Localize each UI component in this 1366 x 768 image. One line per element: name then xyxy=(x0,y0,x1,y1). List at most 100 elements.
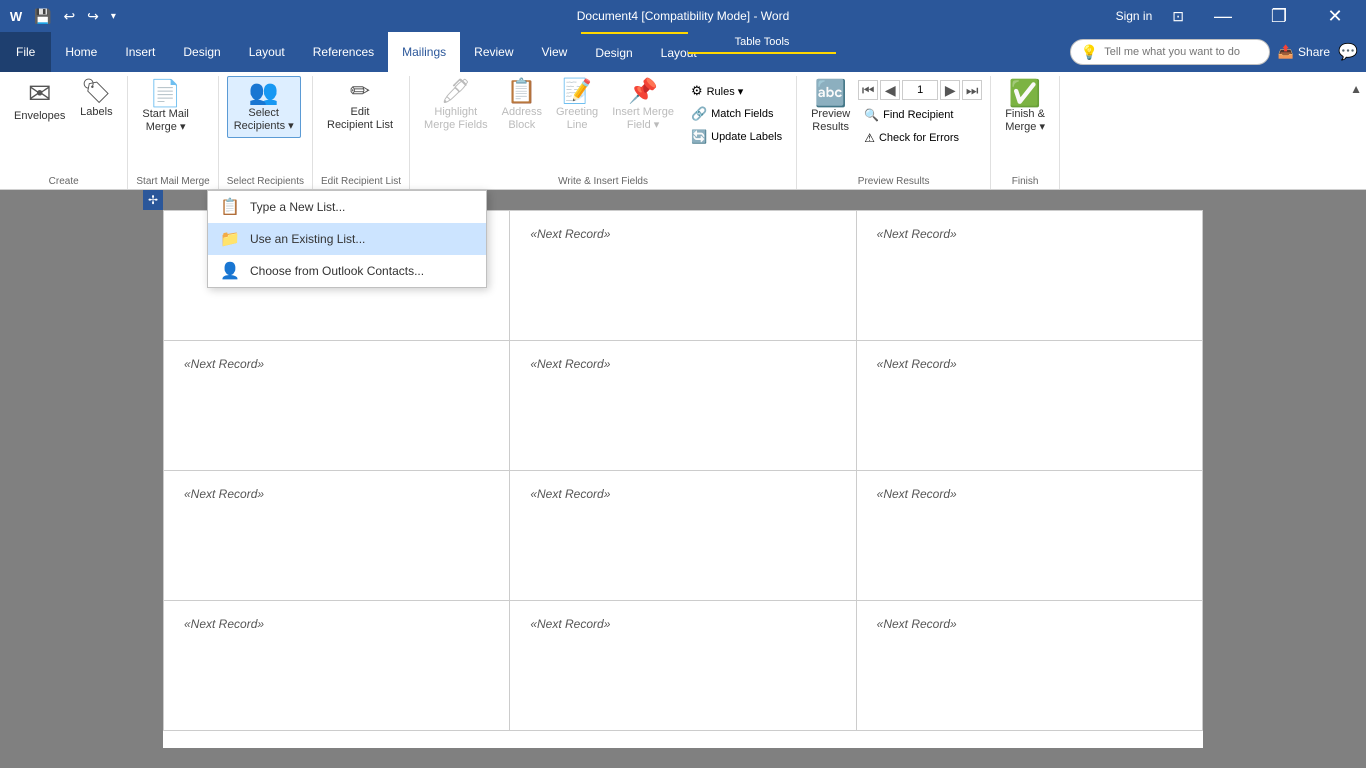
start-mail-merge-icon: 📄 xyxy=(149,80,181,106)
menu-file[interactable]: File xyxy=(0,32,51,72)
title-bar: W 💾 ↩ ↪ ▾ Document4 [Compatibility Mode]… xyxy=(0,0,1366,32)
share-button[interactable]: 📤 Share xyxy=(1278,44,1330,60)
nav-prev-button[interactable]: ◀ xyxy=(880,80,900,100)
table-cell[interactable]: «Next Record» xyxy=(164,341,510,471)
ribbon-group-start-mail-merge: 📄 Start MailMerge ▾ Start Mail Merge xyxy=(128,76,218,189)
labels-button[interactable]: 🏷 Labels xyxy=(73,76,119,123)
rules-button[interactable]: ⚙ Rules ▾ xyxy=(685,80,788,102)
choose-from-outlook-item[interactable]: 👤 Choose from Outlook Contacts... xyxy=(208,255,486,287)
menu-design[interactable]: Design xyxy=(169,32,234,72)
tell-me-input[interactable] xyxy=(1104,46,1259,58)
table-cell[interactable]: «Next Record» xyxy=(510,471,856,601)
find-recipient-button[interactable]: 🔍 Find Recipient xyxy=(858,104,982,126)
rules-icon: ⚙ xyxy=(691,83,703,99)
edit-recipient-list-button[interactable]: ✏ EditRecipient List xyxy=(321,76,399,136)
ribbon: ✉ Envelopes 🏷 Labels Create 📄 Start Mail… xyxy=(0,72,1366,190)
preview-results-button[interactable]: 🔤 PreviewResults xyxy=(805,76,856,138)
maximize-button[interactable]: ❐ xyxy=(1256,0,1302,32)
find-recipient-icon: 🔍 xyxy=(864,108,879,122)
select-recipients-dropdown: 📋 Type a New List... 📁 Use an Existing L… xyxy=(207,190,487,288)
undo-icon[interactable]: ↩ xyxy=(59,6,79,27)
close-button[interactable]: ✕ xyxy=(1312,0,1358,32)
envelopes-button[interactable]: ✉ Envelopes xyxy=(8,76,71,127)
table-cell[interactable]: «Next Record» xyxy=(856,471,1202,601)
nav-first-button[interactable]: ⏮ xyxy=(858,80,878,100)
update-labels-button[interactable]: 🔄 Update Labels xyxy=(685,126,788,148)
table-cell[interactable]: «Next Record» xyxy=(510,211,856,341)
table-row: «Next Record» «Next Record» «Next Record… xyxy=(164,601,1203,731)
tell-me-bar[interactable]: 💡 xyxy=(1070,39,1270,65)
menu-table-design[interactable]: Design xyxy=(581,32,646,72)
write-insert-label: Write & Insert Fields xyxy=(418,171,788,189)
create-group-label: Create xyxy=(8,171,119,189)
table-cell[interactable]: «Next Record» xyxy=(856,341,1202,471)
signin-label[interactable]: Sign in xyxy=(1116,9,1153,23)
choose-outlook-icon: 👤 xyxy=(220,261,240,281)
table-cell[interactable]: «Next Record» xyxy=(856,601,1202,731)
document-table: «Next Record» «Next Record» «Next Record… xyxy=(163,210,1203,731)
table-cell[interactable]: «Next Record» xyxy=(164,601,510,731)
ribbon-collapse-icon[interactable]: ▲ xyxy=(1350,82,1362,96)
finish-merge-icon: ✅ xyxy=(1009,80,1041,106)
nav-row: ⏮ ◀ ▶ ⏭ xyxy=(858,80,982,100)
menu-home[interactable]: Home xyxy=(51,32,111,72)
type-new-list-item[interactable]: 📋 Type a New List... xyxy=(208,191,486,223)
table-cell[interactable]: «Next Record» xyxy=(510,341,856,471)
redo-icon[interactable]: ↪ xyxy=(83,6,103,27)
menu-mailings[interactable]: Mailings xyxy=(388,32,460,72)
table-cell[interactable]: «Next Record» xyxy=(856,211,1202,341)
select-recipients-button[interactable]: 👥 SelectRecipients ▾ xyxy=(227,76,301,138)
menu-layout[interactable]: Layout xyxy=(235,32,299,72)
quick-access-toolbar[interactable]: 💾 ↩ ↪ ▾ xyxy=(30,6,120,27)
ribbon-group-select-recipients: 👥 SelectRecipients ▾ Select Recipients xyxy=(219,76,313,189)
edit-recipient-icon: ✏ xyxy=(350,80,370,104)
customize-qa-icon[interactable]: ▾ xyxy=(107,9,120,24)
nav-page-input[interactable] xyxy=(902,80,938,100)
menu-review[interactable]: Review xyxy=(460,32,527,72)
save-icon[interactable]: 💾 xyxy=(30,6,55,27)
finish-label: Finish xyxy=(999,171,1051,189)
menu-insert[interactable]: Insert xyxy=(111,32,169,72)
content-area: ✢ «Next Record» «Next Record» «Next Reco… xyxy=(0,190,1366,768)
document-page: ✢ «Next Record» «Next Record» «Next Reco… xyxy=(163,210,1203,748)
nav-next-button[interactable]: ▶ xyxy=(940,80,960,100)
table-row: «Next Record» «Next Record» «Next Record… xyxy=(164,471,1203,601)
menu-view[interactable]: View xyxy=(528,32,582,72)
address-block-button[interactable]: 📋 AddressBlock xyxy=(496,76,548,136)
insert-merge-field-button[interactable]: 📌 Insert MergeField ▾ xyxy=(606,76,680,136)
preview-results-icon: 🔤 xyxy=(814,80,846,106)
update-labels-icon: 🔄 xyxy=(691,129,707,145)
insert-merge-field-icon: 📌 xyxy=(628,80,658,104)
title-bar-title: Document4 [Compatibility Mode] - Word xyxy=(577,9,790,23)
table-cell[interactable]: «Next Record» xyxy=(510,601,856,731)
comments-icon[interactable]: 💬 xyxy=(1338,42,1358,62)
highlight-merge-fields-button[interactable]: 🖊 HighlightMerge Fields xyxy=(418,76,494,136)
document-area[interactable]: ✢ «Next Record» «Next Record» «Next Reco… xyxy=(0,190,1366,768)
start-mail-merge-button[interactable]: 📄 Start MailMerge ▾ xyxy=(136,76,194,138)
ribbon-group-write-insert: 🖊 HighlightMerge Fields 📋 AddressBlock 📝… xyxy=(410,76,797,189)
table-cell[interactable]: «Next Record» xyxy=(164,471,510,601)
minimize-button[interactable]: — xyxy=(1200,0,1246,32)
highlight-merge-fields-icon: 🖊 xyxy=(441,80,471,104)
select-recipients-icon: 👥 xyxy=(249,81,279,105)
start-mail-merge-label: Start Mail Merge xyxy=(136,171,209,189)
greeting-line-icon: 📝 xyxy=(562,80,592,104)
type-new-list-icon: 📋 xyxy=(220,197,240,217)
menu-bar: File Home Insert Design Layout Reference… xyxy=(0,32,1366,72)
preview-results-label: Preview Results xyxy=(805,171,982,189)
ribbon-group-edit-recipient: ✏ EditRecipient List Edit Recipient List xyxy=(313,76,410,189)
check-errors-icon: ⚠ xyxy=(864,131,875,145)
envelopes-icon: ✉ xyxy=(28,80,51,108)
nav-last-button[interactable]: ⏭ xyxy=(962,80,982,100)
use-existing-list-item[interactable]: 📁 Use an Existing List... xyxy=(208,223,486,255)
ribbon-group-create: ✉ Envelopes 🏷 Labels Create xyxy=(0,76,128,189)
ribbon-group-preview-results: 🔤 PreviewResults ⏮ ◀ ▶ ⏭ 🔍 Find Recipien… xyxy=(797,76,991,189)
check-for-errors-button[interactable]: ⚠ Check for Errors xyxy=(858,127,982,149)
menu-references[interactable]: References xyxy=(299,32,388,72)
ribbon-display-icon[interactable]: ⊡ xyxy=(1172,8,1184,25)
match-fields-button[interactable]: 🔗 Match Fields xyxy=(685,103,788,125)
use-existing-list-icon: 📁 xyxy=(220,229,240,249)
finish-merge-button[interactable]: ✅ Finish &Merge ▾ xyxy=(999,76,1051,138)
greeting-line-button[interactable]: 📝 GreetingLine xyxy=(550,76,604,136)
move-handle[interactable]: ✢ xyxy=(143,190,163,210)
